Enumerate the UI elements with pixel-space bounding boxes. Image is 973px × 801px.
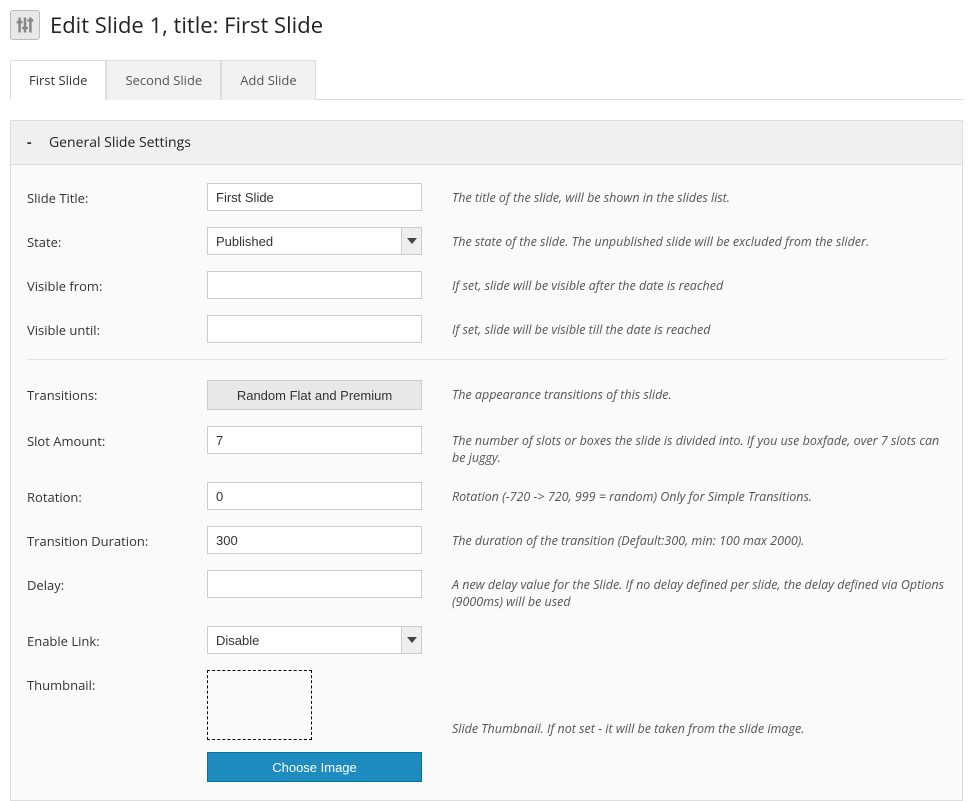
desc-visible-from: If set, slide will be visible after the … [422,271,946,294]
label-slot-amount: Slot Amount: [27,426,207,450]
input-visible-until[interactable] [207,315,422,343]
select-enable-link[interactable]: Disable [207,626,422,654]
row-visible-until: Visible until: If set, slide will be vis… [27,315,946,343]
row-slide-title: Slide Title: The title of the slide, wil… [27,183,946,211]
desc-transition-duration: The duration of the transition (Default:… [422,526,946,549]
tab-first-slide[interactable]: First Slide [10,60,106,100]
input-transition-duration[interactable] [207,526,422,554]
label-visible-from: Visible from: [27,271,207,295]
desc-state: The state of the slide. The unpublished … [422,227,946,250]
row-delay: Delay: A new delay value for the Slide. … [27,570,946,610]
label-thumbnail: Thumbnail: [27,670,207,694]
input-delay[interactable] [207,570,422,598]
select-state[interactable]: Published [207,227,422,255]
row-visible-from: Visible from: If set, slide will be visi… [27,271,946,299]
panel-body: Slide Title: The title of the slide, wil… [11,165,962,800]
label-slide-title: Slide Title: [27,183,207,207]
row-transitions: Transitions: Random Flat and Premium The… [27,380,946,410]
desc-slot-amount: The number of slots or boxes the slide i… [422,426,946,466]
input-slide-title[interactable] [207,183,422,211]
desc-thumbnail: Slide Thumbnail. If not set - it will be… [422,670,946,737]
panel-toggle-icon: - [27,133,37,152]
label-rotation: Rotation: [27,482,207,506]
divider [27,359,946,360]
page-title: Edit Slide 1, title: First Slide [50,10,323,40]
label-visible-until: Visible until: [27,315,207,339]
button-choose-image[interactable]: Choose Image [207,752,422,782]
desc-slide-title: The title of the slide, will be shown in… [422,183,946,206]
desc-rotation: Rotation (-720 -> 720, 999 = random) Onl… [422,482,946,505]
row-rotation: Rotation: Rotation (-720 -> 720, 999 = r… [27,482,946,510]
row-slot-amount: Slot Amount: The number of slots or boxe… [27,426,946,466]
input-slot-amount[interactable] [207,426,422,454]
page-header: Edit Slide 1, title: First Slide [10,10,963,40]
label-delay: Delay: [27,570,207,594]
tab-second-slide[interactable]: Second Slide [106,60,221,100]
label-transitions: Transitions: [27,380,207,404]
button-transitions[interactable]: Random Flat and Premium [207,380,422,410]
panel-general-settings: - General Slide Settings Slide Title: Th… [10,120,963,801]
desc-transitions: The appearance transitions of this slide… [422,380,946,403]
desc-enable-link [422,626,946,632]
row-enable-link: Enable Link: Disable [27,626,946,654]
tabs: First Slide Second Slide Add Slide [10,60,963,100]
desc-delay: A new delay value for the Slide. If no d… [422,570,946,610]
input-visible-from[interactable] [207,271,422,299]
thumbnail-dropzone[interactable] [207,670,312,740]
desc-visible-until: If set, slide will be visible till the d… [422,315,946,338]
input-rotation[interactable] [207,482,422,510]
row-thumbnail: Thumbnail: Choose Image Slide Thumbnail.… [27,670,946,782]
label-state: State: [27,227,207,251]
tab-add-slide[interactable]: Add Slide [221,60,315,100]
label-transition-duration: Transition Duration: [27,526,207,550]
row-transition-duration: Transition Duration: The duration of the… [27,526,946,554]
sliders-icon [10,10,40,40]
row-state: State: Published The state of the slide.… [27,227,946,255]
panel-title: General Slide Settings [49,133,191,152]
panel-header[interactable]: - General Slide Settings [11,121,962,165]
label-enable-link: Enable Link: [27,626,207,650]
